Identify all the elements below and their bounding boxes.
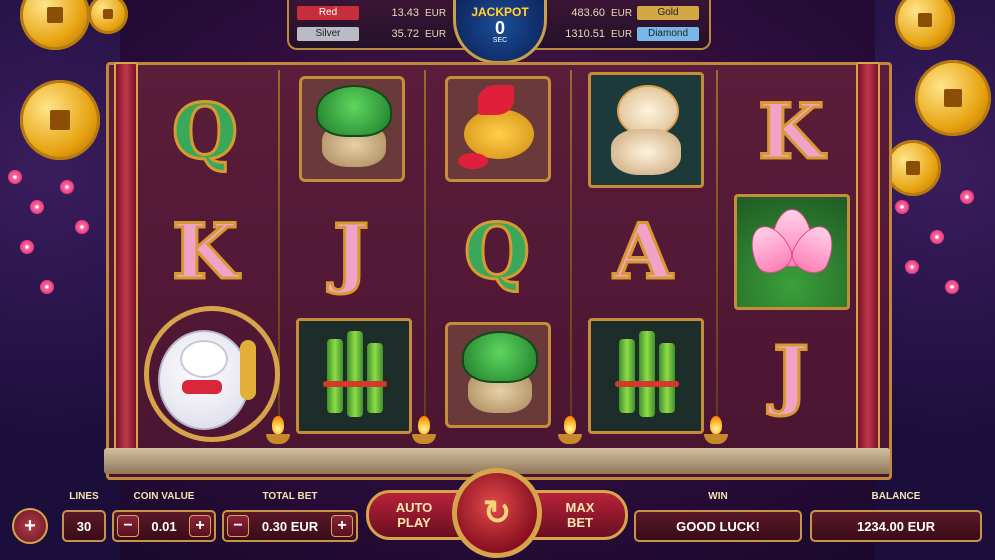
right-blossom-decoration	[875, 0, 995, 560]
jackpot-title: JACKPOT	[471, 5, 529, 19]
jackpot-silver-currency: EUR	[425, 28, 447, 40]
add-funds-button[interactable]: +	[12, 508, 48, 544]
right-pillar	[856, 62, 880, 456]
reel-2-symbol-2: J	[296, 196, 406, 308]
coin-value-increase-button[interactable]: +	[189, 515, 211, 537]
jackpot-diamond-amount: 1310.51	[565, 28, 605, 40]
jackpot-diamond-label: Diamond	[637, 27, 699, 41]
symbol-letter: Q	[170, 87, 239, 176]
jackpot-silver-amount: 35.72	[391, 28, 419, 40]
win-display: GOOD LUCK!	[634, 510, 802, 542]
reel-divider	[716, 70, 718, 440]
foo-dog-symbol	[588, 72, 704, 188]
symbol-letter: J	[332, 207, 371, 296]
symbol-letter: K	[756, 87, 825, 176]
symbol-letter: J	[772, 329, 811, 418]
total-bet-label: TOTAL BET	[262, 491, 318, 502]
total-bet-decrease-button[interactable]: −	[227, 515, 249, 537]
jackpot-silver: Silver 35.72 EUR	[297, 27, 451, 41]
jackpot-red-amount: 13.43	[391, 7, 419, 19]
spin-button[interactable]: ↻	[452, 468, 542, 558]
reel-divider	[570, 70, 572, 440]
max-bet-button[interactable]: MAX BET	[532, 490, 628, 540]
reel-4-symbol-2: A	[588, 196, 698, 308]
jackpot-diamond: 1310.51 EUR Diamond	[545, 27, 699, 41]
jackpot-gold: 483.60 EUR Gold	[545, 6, 699, 20]
jackpot-unit: SEC	[492, 37, 508, 44]
symbol-letter: Q	[462, 207, 531, 296]
jackpot-diamond-currency: EUR	[611, 28, 633, 40]
lotus-symbol	[734, 194, 850, 310]
torch-decoration	[558, 416, 582, 446]
win-label: WIN	[708, 491, 728, 502]
turtle-symbol	[442, 318, 552, 430]
coin-value-label: COIN VALUE	[133, 491, 195, 502]
reel-1-symbol-2: K	[150, 196, 260, 308]
reel-5-symbol-1: K	[736, 76, 846, 188]
torch-decoration	[704, 416, 728, 446]
koi-fish-symbol	[442, 72, 552, 184]
bamboo-symbol	[588, 318, 704, 434]
max-bet-label: MAX BET	[565, 500, 595, 530]
lines-label: LINES	[69, 491, 99, 502]
total-bet-increase-button[interactable]: +	[331, 515, 353, 537]
symbol-letter: A	[612, 207, 674, 296]
jackpot-gold-label: Gold	[637, 6, 699, 20]
lines-value: 30	[62, 510, 106, 542]
coin-value: 0.01	[151, 518, 177, 534]
lucky-cat-symbol	[140, 300, 280, 442]
jackpot-red-label: Red	[297, 6, 359, 20]
jackpot-red-currency: EUR	[425, 7, 447, 19]
bamboo-symbol	[296, 318, 412, 434]
jackpot-gold-amount: 483.60	[571, 7, 605, 19]
jackpot-gold-currency: EUR	[611, 7, 633, 19]
jackpot-bar: Red 13.43 EUR Silver 35.72 EUR JACKPOT 0…	[287, 0, 711, 64]
torch-decoration	[412, 416, 436, 446]
balance-display: 1234.00 EUR	[810, 510, 982, 542]
left-blossom-decoration	[0, 0, 128, 560]
reel-5-symbol-3: J	[736, 318, 846, 430]
plus-icon: +	[24, 515, 36, 537]
reel-3-symbol-2: Q	[442, 196, 552, 308]
reel-divider	[424, 70, 426, 440]
autoplay-button[interactable]: AUTO PLAY	[366, 490, 462, 540]
total-bet-value: 0.30 EUR	[261, 518, 319, 534]
symbol-letter: K	[170, 207, 239, 296]
balance-label: BALANCE	[871, 491, 921, 502]
spin-arrow-icon: ↻	[482, 494, 512, 532]
turtle-symbol	[296, 72, 406, 184]
jackpot-red: Red 13.43 EUR	[297, 6, 451, 20]
torch-decoration	[266, 416, 290, 446]
autoplay-label: AUTO PLAY	[395, 500, 433, 530]
jackpot-countdown: 0	[494, 18, 505, 38]
jackpot-silver-label: Silver	[297, 27, 359, 41]
reel-1-symbol-1: Q	[150, 76, 260, 188]
main-jackpot-timer: JACKPOT 0 SEC	[453, 0, 547, 64]
coin-value-decrease-button[interactable]: −	[117, 515, 139, 537]
left-pillar	[114, 62, 138, 456]
